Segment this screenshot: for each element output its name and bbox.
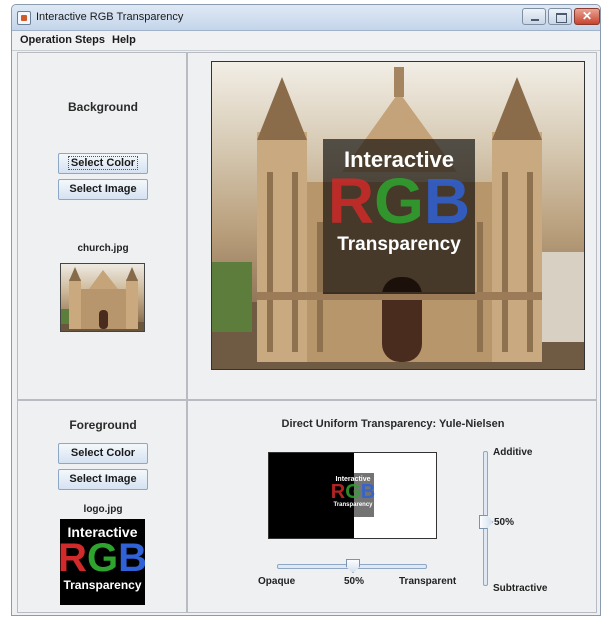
composite-image: Interactive RGB Transparency <box>211 61 585 370</box>
opacity-value-label: 50% <box>344 576 365 587</box>
background-heading: Background <box>67 100 138 114</box>
preview-logo-b: B <box>360 481 376 503</box>
close-button[interactable]: ✕ <box>574 8 600 25</box>
minimize-button[interactable] <box>522 8 546 25</box>
background-select-color-button[interactable]: Select Color <box>58 153 148 174</box>
overlay-logo-b: B <box>423 165 471 237</box>
logo-r: R <box>60 536 87 580</box>
foreground-logo-thumbnail[interactable]: Interactive RGB Transparency <box>60 519 145 605</box>
overlay-logo-g: G <box>374 165 424 237</box>
overlay-logo-r: R <box>327 165 375 237</box>
overlay-logo-line3: Transparency <box>337 233 461 255</box>
opacity-label-opaque: Opaque <box>258 576 296 587</box>
church-thumbnail-photo <box>61 267 144 331</box>
window-title: Interactive RGB Transparency <box>36 11 184 23</box>
preview-logo: Interactive RGB Transparency <box>330 473 376 517</box>
foreground-select-image-button[interactable]: Select Image <box>58 469 148 490</box>
blend-value-label: 50% <box>494 517 515 528</box>
foreground-select-color-button[interactable]: Select Color <box>58 443 148 464</box>
logo-b: B <box>118 536 145 580</box>
logo-rgb: RGB <box>60 536 145 580</box>
transparency-mode-title: Direct Uniform Transparency: Yule-Nielse… <box>281 418 505 430</box>
logo-line3: Transparency <box>63 578 142 592</box>
overlay-logo-rgb: RGB <box>323 165 475 237</box>
background-thumbnail[interactable] <box>60 263 145 332</box>
java-app-icon <box>17 11 31 25</box>
logo-overlay: Interactive RGB Transparency <box>323 139 475 294</box>
blend-label-additive: Additive <box>493 447 533 458</box>
background-panel: Background Select Color Select Image chu… <box>17 52 187 400</box>
preview-logo-r: R <box>330 481 346 503</box>
close-icon: ✕ <box>581 9 593 23</box>
background-filename: church.jpg <box>77 243 129 254</box>
preview-logo-rgb: RGB <box>330 481 376 503</box>
foreground-filename: logo.jpg <box>83 504 123 515</box>
menu-bar: Operation Steps Help <box>12 31 600 51</box>
menu-operation-steps[interactable]: Operation Steps <box>20 34 105 46</box>
background-select-image-button[interactable]: Select Image <box>58 179 148 200</box>
opacity-label-transparent: Transparent <box>399 576 457 587</box>
transparency-preview: Interactive RGB Transparency <box>268 452 437 539</box>
blend-label-subtractive: Subtractive <box>493 583 548 594</box>
app-window: Interactive RGB Transparency ✕ Operation… <box>11 4 601 616</box>
logo-g: G <box>86 536 119 580</box>
maximize-button[interactable] <box>548 8 572 25</box>
menu-help[interactable]: Help <box>112 34 136 46</box>
title-bar[interactable]: Interactive RGB Transparency ✕ <box>12 5 600 31</box>
preview-logo-g: G <box>345 481 361 503</box>
foreground-heading: Foreground <box>69 418 137 432</box>
